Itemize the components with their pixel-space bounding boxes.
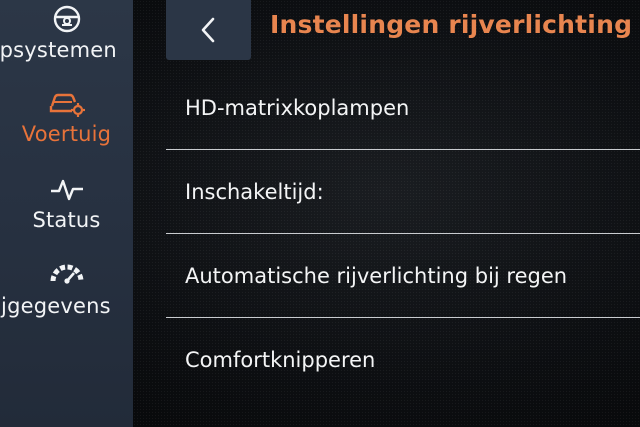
sidebar-item-assist[interactable]: ulpsystemen bbox=[0, 2, 133, 62]
chevron-left-icon bbox=[201, 17, 214, 43]
page-title: Instellingen rijverlichting bbox=[270, 10, 633, 39]
setting-row-comfort-blinker[interactable]: Comfortknipperen bbox=[166, 318, 640, 402]
sidebar-item-status[interactable]: Status bbox=[0, 172, 133, 232]
sidebar: ulpsystemen Voertuig bbox=[0, 0, 133, 427]
sidebar-item-trip[interactable]: rijgegevens bbox=[0, 258, 133, 318]
back-button[interactable] bbox=[166, 0, 251, 60]
sidebar-item-vehicle[interactable]: Voertuig bbox=[0, 86, 133, 146]
screen: ulpsystemen Voertuig bbox=[0, 0, 640, 427]
steering-wheel-icon bbox=[47, 2, 87, 36]
car-settings-icon bbox=[47, 86, 87, 120]
pulse-icon bbox=[47, 172, 87, 206]
setting-label: HD-matrixkoplampen bbox=[185, 96, 410, 120]
gauge-icon bbox=[47, 258, 87, 292]
sidebar-item-label: rijgegevens bbox=[0, 294, 111, 318]
sidebar-item-label: Voertuig bbox=[21, 122, 112, 146]
setting-label: Comfortknipperen bbox=[185, 348, 376, 372]
sidebar-item-label: ulpsystemen bbox=[0, 38, 117, 62]
setting-row-rain-lights[interactable]: Automatische rijverlichting bij regen bbox=[166, 234, 640, 318]
setting-label: Inschakeltijd: bbox=[185, 180, 324, 204]
setting-label: Automatische rijverlichting bij regen bbox=[185, 264, 568, 288]
setting-row-switch-on-time[interactable]: Inschakeltijd: bbox=[166, 150, 640, 234]
setting-row-hd-matrix[interactable]: HD-matrixkoplampen bbox=[166, 66, 640, 150]
sidebar-item-label: Status bbox=[32, 208, 101, 232]
